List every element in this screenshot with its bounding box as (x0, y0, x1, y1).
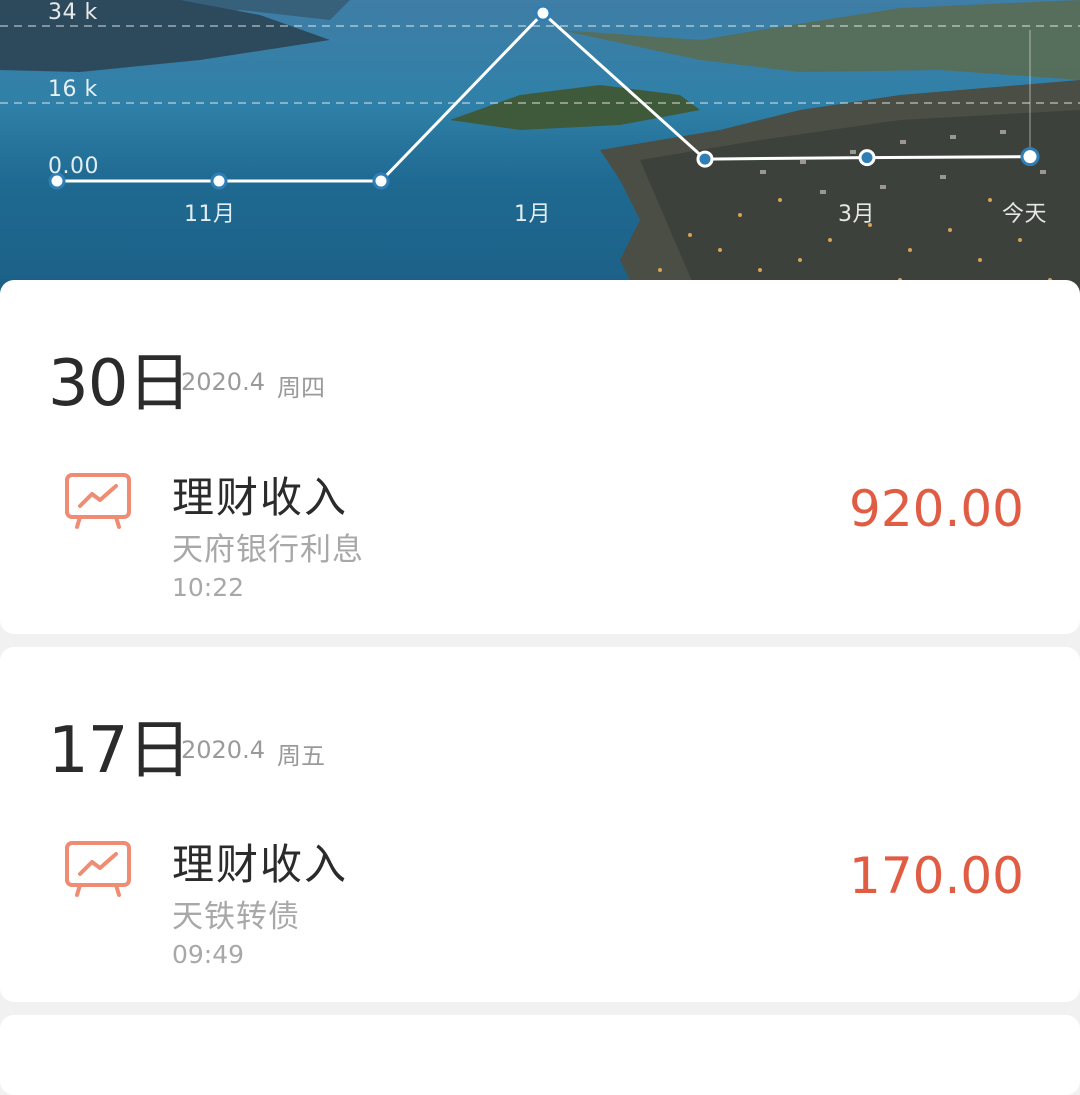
x-tick-label: 3月 (838, 202, 875, 227)
chart-trend-icon (64, 840, 132, 902)
data-point[interactable] (210, 172, 228, 190)
data-point[interactable] (696, 150, 714, 168)
transaction-amount: 920.00 (849, 480, 1024, 538)
transaction-amount: 170.00 (849, 847, 1024, 905)
record-date: 2020.4 (181, 368, 265, 396)
data-point[interactable] (372, 172, 390, 190)
trend-chart-header: 34 k 16 k 0.00 11月 1月 3月 今天 (0, 0, 1080, 300)
transaction-category: 理财收入 (172, 473, 349, 522)
transaction-time: 09:49 (172, 940, 245, 969)
day-record-card: 17日 2020.4 周五 理财收入 天铁转债 09:49 170.00 (0, 647, 1080, 1002)
x-tick-label: 11月 (184, 202, 236, 227)
x-tick-label: 1月 (514, 202, 551, 227)
record-weekday: 周五 (277, 742, 325, 770)
transaction-description: 天府银行利息 (172, 532, 364, 568)
transaction-category: 理财收入 (172, 840, 349, 889)
x-tick-label: 今天 (1002, 202, 1048, 227)
day-record-card: 30日 2020.4 周四 理财收入 天府银行利息 10:22 920.00 (0, 280, 1080, 634)
data-point[interactable] (858, 149, 876, 167)
data-point[interactable] (534, 4, 552, 22)
series-line (57, 11, 1031, 183)
day-record-card (0, 1015, 1080, 1095)
transaction-description: 天铁转债 (172, 899, 300, 935)
day-number: 17日 (48, 714, 191, 788)
data-point[interactable] (1020, 147, 1040, 167)
chart-plot (0, 4, 1080, 190)
record-date: 2020.4 (181, 736, 265, 764)
record-weekday: 周四 (277, 374, 325, 402)
transaction-time: 10:22 (172, 573, 245, 602)
y-tick-label: 34 k (48, 0, 98, 25)
day-number: 30日 (48, 347, 191, 421)
chart-trend-icon (64, 472, 132, 534)
y-tick-label: 16 k (48, 77, 98, 102)
y-tick-label: 0.00 (48, 154, 99, 179)
